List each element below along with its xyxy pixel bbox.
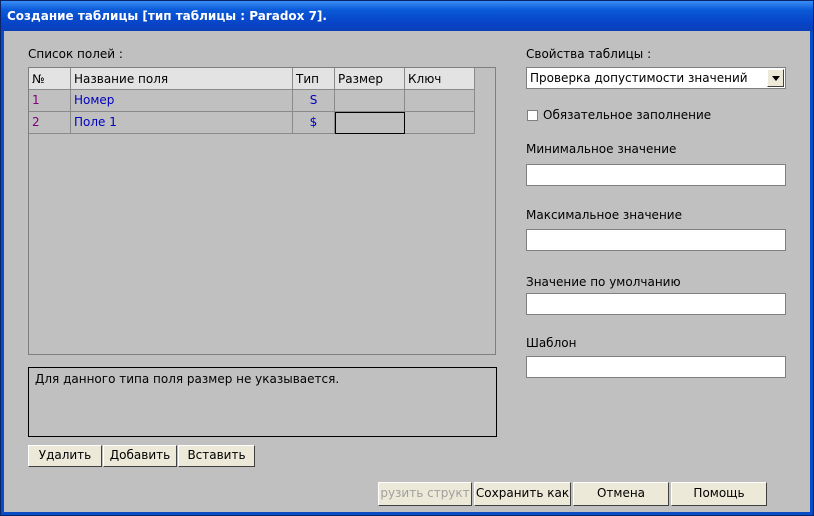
field-type-cell[interactable]: $ xyxy=(293,112,335,134)
window-frame-right xyxy=(810,31,813,515)
fields-list-label: Список полей : xyxy=(28,47,123,61)
row-number[interactable]: 2 xyxy=(29,112,71,134)
create-table-dialog: Создание таблицы [тип таблицы : Paradox … xyxy=(0,0,814,516)
column-header-size[interactable]: Размер xyxy=(335,68,405,90)
field-key-cell[interactable] xyxy=(405,112,475,134)
default-value-input[interactable] xyxy=(526,293,786,315)
field-type-cell[interactable]: S xyxy=(293,90,335,112)
fields-grid[interactable]: № Название поля Тип Размер Ключ 1 Номер … xyxy=(28,67,496,355)
column-header-number[interactable]: № xyxy=(29,68,71,90)
field-size-cell-selected[interactable] xyxy=(335,112,405,134)
load-structure-button[interactable]: рузить структ xyxy=(378,482,472,506)
table-properties-select[interactable]: Проверка допустимости значений xyxy=(526,67,786,89)
window-frame-left xyxy=(1,31,4,515)
field-name-cell[interactable]: Номер xyxy=(71,90,293,112)
field-size-cell[interactable] xyxy=(335,90,405,112)
template-input[interactable] xyxy=(526,356,786,378)
table-properties-label: Свойства таблицы : xyxy=(526,47,652,61)
window-title: Создание таблицы [тип таблицы : Paradox … xyxy=(7,9,327,23)
help-button[interactable]: Помощь xyxy=(671,482,767,506)
min-value-label: Минимальное значение xyxy=(526,142,677,156)
insert-field-button[interactable]: Вставить xyxy=(178,445,255,467)
save-as-button[interactable]: Сохранить как xyxy=(474,482,571,506)
add-field-button[interactable]: Добавить xyxy=(103,445,177,467)
column-header-field-name[interactable]: Название поля xyxy=(71,68,293,90)
default-value-label: Значение по умолчанию xyxy=(526,275,681,289)
min-value-input[interactable] xyxy=(526,164,786,186)
template-label: Шаблон xyxy=(526,336,577,350)
title-bar[interactable]: Создание таблицы [тип таблицы : Paradox … xyxy=(1,1,813,31)
column-header-type[interactable]: Тип xyxy=(293,68,335,90)
cancel-button[interactable]: Отмена xyxy=(573,482,669,506)
field-name-cell[interactable]: Поле 1 xyxy=(71,112,293,134)
field-info-box: Для данного типа поля размер не указывае… xyxy=(28,367,497,437)
chevron-down-icon xyxy=(772,76,780,81)
required-checkbox-label[interactable]: Обязательное заполнение xyxy=(543,108,711,122)
row-number[interactable]: 1 xyxy=(29,90,71,112)
table-properties-value: Проверка допустимости значений xyxy=(530,71,748,85)
column-header-key[interactable]: Ключ xyxy=(405,68,475,90)
dropdown-button[interactable] xyxy=(767,69,784,87)
max-value-label: Максимальное значение xyxy=(526,208,682,222)
field-key-cell[interactable] xyxy=(405,90,475,112)
required-checkbox[interactable] xyxy=(527,110,538,121)
max-value-input[interactable] xyxy=(526,229,786,251)
delete-field-button[interactable]: Удалить xyxy=(28,445,102,467)
window-frame-bottom xyxy=(1,512,813,515)
field-info-text: Для данного типа поля размер не указывае… xyxy=(35,372,340,386)
